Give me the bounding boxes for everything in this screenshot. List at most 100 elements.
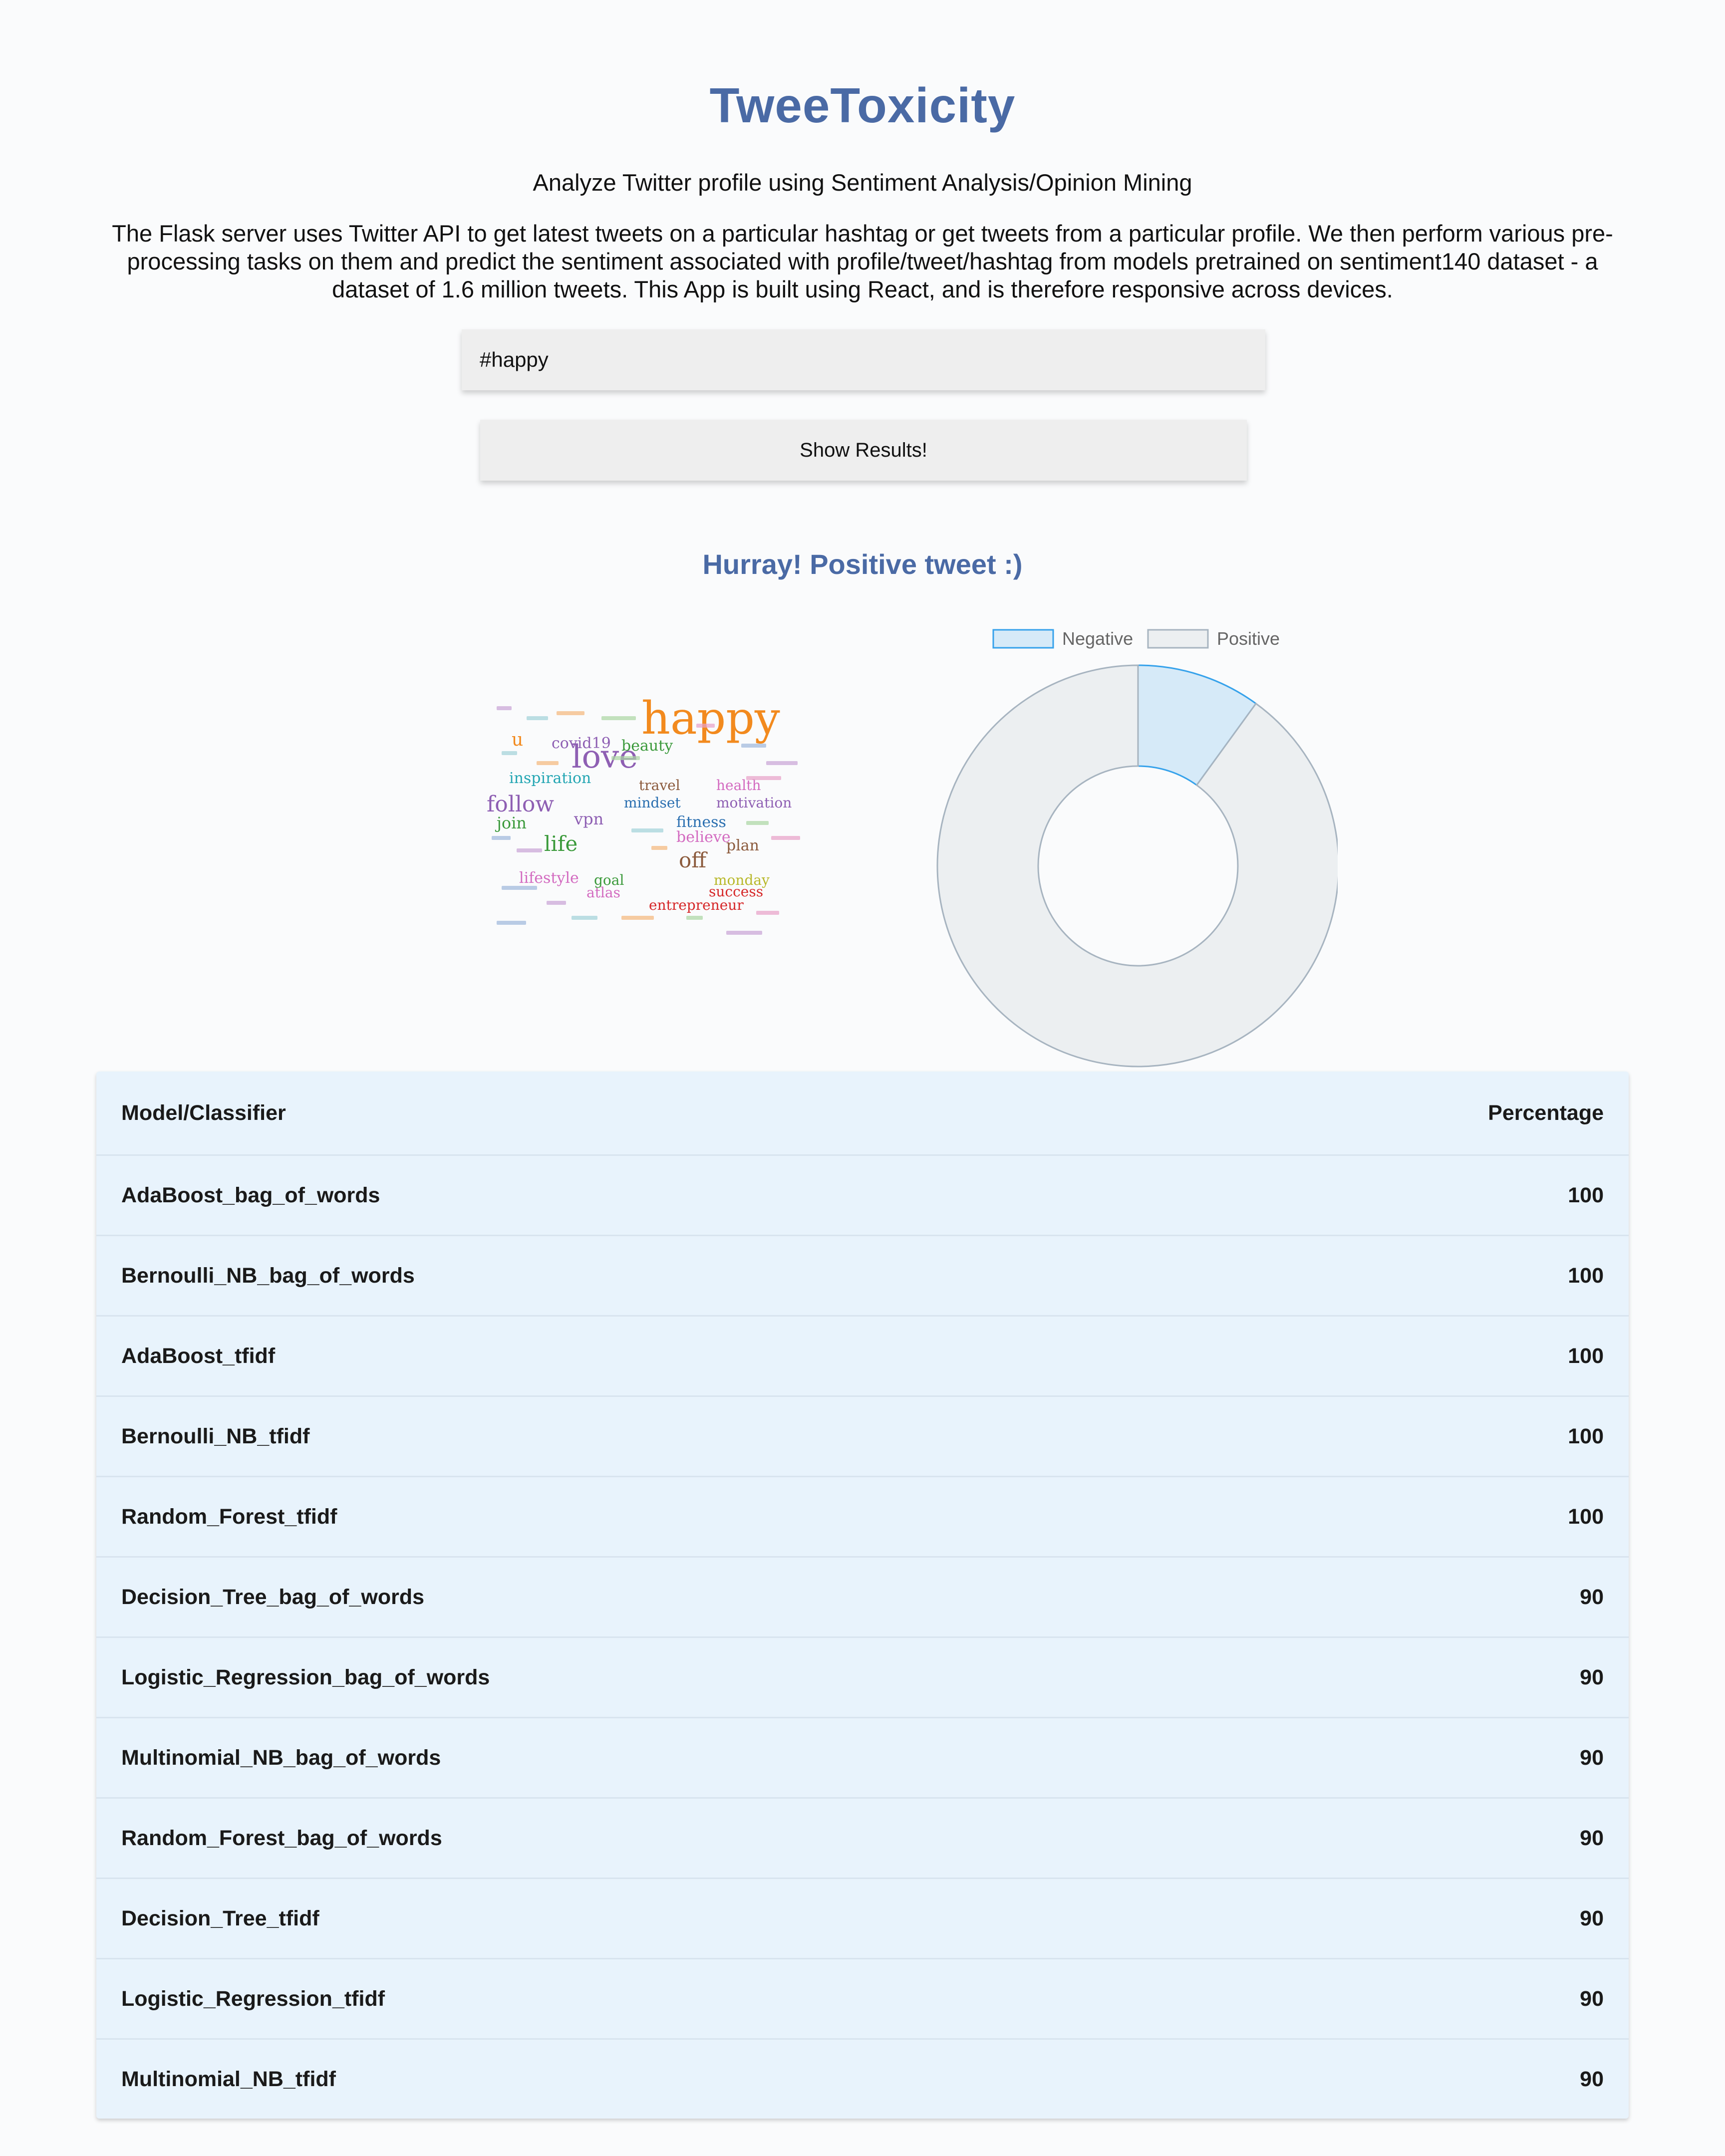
table-row: AdaBoost_tfidf 100 — [96, 1316, 1629, 1397]
doughnut-slice-positive[interactable] — [936, 664, 1340, 1068]
word-cloud-filler — [756, 911, 779, 915]
model-name-cell: AdaBoost_bag_of_words — [96, 1155, 1194, 1236]
word-cloud-filler — [497, 921, 526, 925]
word-cloud-word: follow — [487, 792, 555, 817]
word-cloud-filler — [726, 931, 762, 935]
show-results-button[interactable]: Show Results! — [480, 420, 1247, 481]
percentage-cell: 90 — [1580, 2067, 1604, 2091]
word-cloud-word: travel — [639, 777, 680, 794]
word-cloud-filler — [547, 901, 566, 905]
word-cloud-filler — [492, 836, 511, 840]
legend-swatch-negative[interactable] — [992, 629, 1054, 649]
percentage-cell: 90 — [1194, 1958, 1629, 2040]
percentage-cell: 90 — [1194, 1557, 1629, 1638]
header-model: Model/Classifier — [96, 1072, 1194, 1156]
word-cloud-word: mindset — [624, 795, 681, 811]
model-name-cell: Multinomial_NB_tfidf — [121, 2067, 336, 2091]
legend-label-negative[interactable]: Negative — [1062, 628, 1133, 649]
legend-swatch-positive[interactable] — [1147, 629, 1209, 649]
word-cloud-filler — [631, 828, 663, 832]
table-row: Multinomial_NB_bag_of_words 90 — [96, 1717, 1629, 1799]
table-row: Multinomial_NB_tfidf 90 — [96, 2039, 1629, 2119]
word-cloud-filler — [527, 716, 548, 720]
word-cloud-word: covid19 — [552, 735, 611, 752]
word-cloud-word: happy — [641, 692, 780, 745]
word-cloud-filler — [621, 916, 654, 920]
percentage-cell: 100 — [1194, 1235, 1629, 1317]
table-row: Bernoulli_NB_bag_of_words 100 — [96, 1235, 1629, 1317]
percentage-cell: 90 — [1194, 1878, 1629, 1959]
word-cloud-filler — [601, 716, 636, 720]
word-cloud-filler — [502, 751, 517, 755]
word-cloud-filler — [557, 711, 584, 715]
word-cloud-filler — [651, 846, 667, 850]
word-cloud-word: vpn — [574, 809, 604, 828]
percentage-cell: 90 — [1194, 1798, 1629, 1879]
word-cloud-filler — [537, 761, 559, 765]
table-row: Decision_Tree_tfidf 90 — [96, 1878, 1629, 1959]
word-cloud-word: entrepreneur — [649, 897, 744, 913]
sentiment-doughnut-chart: Negative Positive — [928, 619, 1340, 1068]
table-row: Logistic_Regression_tfidf 90 — [96, 1958, 1629, 2040]
word-cloud-filler — [611, 756, 640, 760]
model-name-cell: AdaBoost_tfidf — [96, 1316, 1194, 1397]
word-cloud-word: plan — [726, 837, 760, 854]
model-name-cell: Logistic_Regression_bag_of_words — [96, 1637, 1194, 1718]
word-cloud-filler — [517, 848, 542, 852]
results-table: Model/Classifier Percentage AdaBoost_bag… — [96, 1072, 1629, 2119]
word-cloud-filler — [746, 821, 769, 825]
table-row: Logistic_Regression_bag_of_words 90 — [96, 1637, 1629, 1718]
app-title: TweeToxicity — [709, 78, 1016, 133]
word-cloud-word: life — [544, 831, 578, 856]
word-cloud-filler — [741, 744, 766, 748]
word-cloud-word: believe — [676, 828, 731, 846]
percentage-cell: 90 — [1194, 1637, 1629, 1718]
word-cloud-filler — [766, 761, 798, 765]
word-cloud-word: beauty — [621, 737, 673, 755]
model-name-cell: Multinomial_NB_bag_of_words — [96, 1717, 1194, 1799]
model-name-cell: Random_Forest_tfidf — [96, 1476, 1194, 1558]
model-name-cell: Decision_Tree_bag_of_words — [96, 1557, 1194, 1638]
search-input[interactable] — [462, 329, 1265, 390]
word-cloud-word: off — [679, 848, 707, 872]
percentage-cell: 90 — [1194, 1717, 1629, 1799]
word-cloud-filler — [696, 724, 715, 728]
word-cloud-filler — [572, 916, 597, 920]
table-row: Bernoulli_NB_tfidf 100 — [96, 1396, 1629, 1477]
word-cloud-filler — [686, 916, 703, 920]
word-cloud-word: inspiration — [509, 770, 591, 787]
word-cloud-word: join — [497, 813, 527, 832]
word-cloud-filler — [502, 886, 537, 890]
app-subtitle: Analyze Twitter profile using Sentiment … — [533, 169, 1192, 196]
app-description: The Flask server uses Twitter API to get… — [112, 220, 1613, 302]
chart-svg: Negative Positive — [936, 628, 1340, 1068]
table-header-row: Model/Classifier Percentage — [96, 1072, 1629, 1156]
word-cloud-image: happy love covid19 beauty inspiration follow t… — [487, 696, 801, 946]
word-cloud-word: u — [512, 730, 524, 750]
word-cloud-filler — [746, 776, 781, 780]
percentage-cell: 100 — [1194, 1476, 1629, 1558]
percentage-cell: 100 — [1194, 1396, 1629, 1477]
table-row: AdaBoost_bag_of_words 100 — [96, 1155, 1629, 1236]
word-cloud-filler — [497, 706, 512, 710]
model-name-cell: Random_Forest_bag_of_words — [96, 1798, 1194, 1879]
model-name-cell: Logistic_Regression_tfidf — [96, 1958, 1194, 2040]
word-cloud-word: fitness — [676, 813, 726, 831]
legend-label-positive[interactable]: Positive — [1217, 628, 1280, 649]
word-cloud-word: atlas — [586, 884, 620, 901]
word-cloud-word: motivation — [716, 795, 792, 811]
page: TweeToxicity Analyze Twitter profile usi… — [0, 0, 1725, 2156]
model-name-cell: Decision_Tree_tfidf — [96, 1878, 1194, 1959]
percentage-cell: 100 — [1194, 1316, 1629, 1397]
word-cloud-filler — [771, 836, 800, 840]
table-row: Random_Forest_tfidf 100 — [96, 1476, 1629, 1558]
percentage-cell: 100 — [1194, 1155, 1629, 1236]
model-name-cell: Bernoulli_NB_bag_of_words — [96, 1235, 1194, 1317]
model-name-cell: Bernoulli_NB_tfidf — [96, 1396, 1194, 1477]
table-row: Random_Forest_bag_of_words 90 — [96, 1798, 1629, 1879]
header-percentage: Percentage — [1194, 1072, 1629, 1156]
word-cloud-word: health — [716, 777, 761, 794]
result-heading: Hurray! Positive tweet :) — [702, 548, 1023, 580]
word-cloud-word: lifestyle — [519, 869, 579, 887]
table-row: Decision_Tree_bag_of_words 90 — [96, 1557, 1629, 1638]
